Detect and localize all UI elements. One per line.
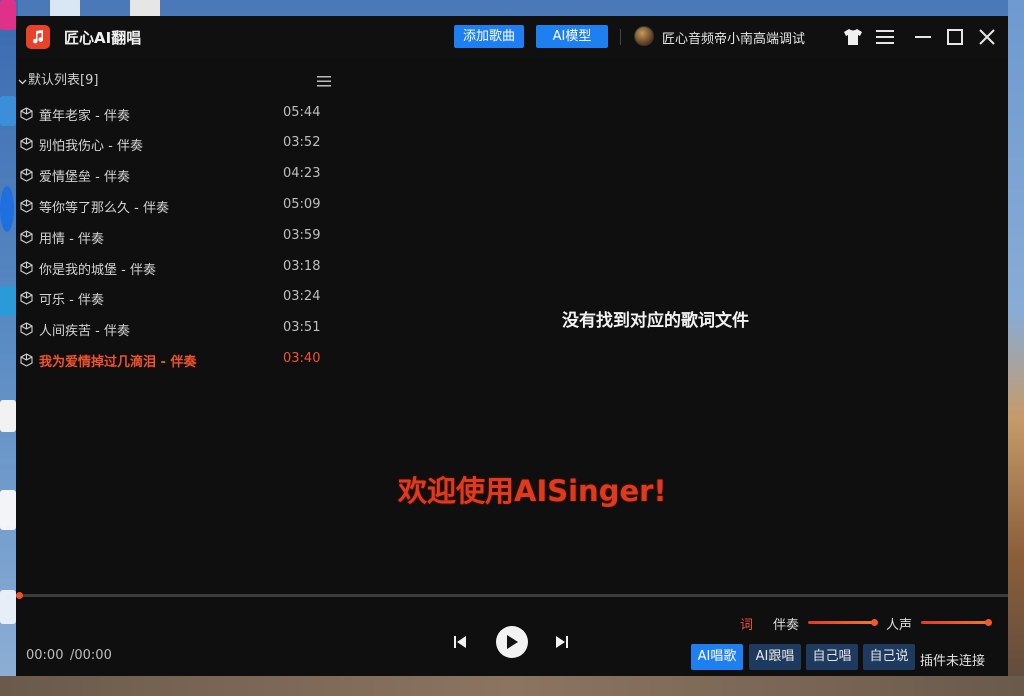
song-duration: 03:18 [283, 259, 321, 274]
vocal-label: 人声 [886, 618, 913, 633]
accompaniment-knob[interactable] [871, 619, 878, 626]
song-icon [20, 167, 33, 186]
welcome-text: 欢迎使用AISinger! [398, 474, 667, 508]
song-name: 可乐 - 伴奏 [39, 293, 104, 308]
song-item[interactable]: 人间疾苦 - 伴奏 03:51 [16, 313, 336, 343]
mode-ai-follow-button[interactable]: AI跟唱 [749, 644, 801, 670]
mode-ai-sing-button[interactable]: AI唱歌 [691, 644, 743, 670]
title-bar: 匠心AI翻唱 添加歌曲 AI模型 匠心音频帝小南高端调试 [16, 16, 1008, 58]
song-icon [20, 198, 33, 217]
song-item[interactable]: 可乐 - 伴奏 03:24 [16, 282, 336, 312]
song-name: 用情 - 伴奏 [39, 232, 104, 247]
desktop-icon[interactable] [0, 186, 14, 232]
song-item[interactable]: 爱情堡垒 - 伴奏 04:23 [16, 159, 336, 189]
song-icon [20, 321, 33, 340]
song-duration: 03:24 [283, 289, 321, 304]
ai-model-button[interactable]: AI模型 [536, 25, 608, 48]
plugin-status: 插件未连接 [920, 654, 986, 669]
app-window: 匠心AI翻唱 添加歌曲 AI模型 匠心音频帝小南高端调试 默认列表[9] 童年老… [16, 16, 1008, 676]
song-icon [20, 229, 33, 248]
song-name: 爱情堡垒 - 伴奏 [39, 170, 130, 185]
song-item[interactable]: 等你等了那么久 - 伴奏 05:09 [16, 190, 336, 220]
desktop-right-strip [1008, 0, 1024, 696]
desktop-icon[interactable] [130, 0, 160, 16]
song-name: 等你等了那么久 - 伴奏 [39, 201, 169, 216]
song-icon [20, 352, 33, 371]
progress-knob[interactable] [16, 592, 23, 599]
song-name: 别怕我伤心 - 伴奏 [39, 139, 143, 154]
desktop-icon[interactable] [0, 400, 16, 432]
user-name[interactable]: 匠心音频帝小南高端调试 [662, 28, 805, 47]
desktop-icon[interactable] [0, 590, 16, 624]
maximize-icon[interactable] [944, 26, 966, 48]
add-song-button[interactable]: 添加歌曲 [454, 25, 524, 48]
playlist-header[interactable]: 默认列表[9] [16, 66, 336, 88]
prev-icon[interactable] [452, 634, 468, 654]
accompaniment-slider[interactable] [808, 621, 876, 624]
desktop-bottom-strip [0, 676, 1024, 696]
song-name: 我为爱情掉过几滴泪 - 伴奏 [39, 355, 197, 370]
desktop-icon[interactable] [0, 286, 16, 316]
song-icon [20, 106, 33, 125]
song-item[interactable]: 别怕我伤心 - 伴奏 03:52 [16, 128, 336, 158]
song-duration: 05:09 [283, 197, 321, 212]
lyric-toggle[interactable]: 词 [740, 614, 753, 633]
app-logo-icon [26, 25, 50, 49]
accompaniment-label: 伴奏 [773, 618, 800, 633]
song-duration: 03:40 [283, 351, 321, 366]
vocal-knob[interactable] [985, 619, 992, 626]
song-duration: 04:23 [283, 166, 321, 181]
song-item-active[interactable]: 我为爱情掉过几滴泪 - 伴奏 03:40 [16, 344, 336, 374]
total-time: /00:00 [70, 648, 112, 663]
next-icon[interactable] [554, 634, 570, 654]
desktop-icon[interactable] [0, 490, 16, 530]
lyrics-message: 没有找到对应的歌词文件 [562, 311, 749, 331]
play-icon [507, 635, 518, 649]
divider [620, 29, 621, 45]
chevron-down-icon[interactable] [18, 71, 27, 90]
playlist-title: 默认列表[9] [28, 73, 99, 88]
song-icon [20, 136, 33, 155]
list-menu-icon[interactable] [317, 72, 331, 91]
menu-icon[interactable] [874, 26, 896, 48]
current-time: 00:00 [26, 648, 64, 663]
app-title: 匠心AI翻唱 [64, 29, 142, 47]
song-item[interactable]: 你是我的城堡 - 伴奏 03:18 [16, 252, 336, 282]
song-item[interactable]: 童年老家 - 伴奏 05:44 [16, 98, 336, 128]
song-duration: 05:44 [283, 105, 321, 120]
desktop-icon[interactable] [0, 0, 16, 30]
mode-self-talk-button[interactable]: 自己说 [863, 644, 915, 670]
song-icon [20, 260, 33, 279]
progress-bar[interactable] [16, 594, 1008, 597]
mode-self-sing-button[interactable]: 自己唱 [806, 644, 858, 670]
song-item[interactable]: 用情 - 伴奏 03:59 [16, 221, 336, 251]
song-duration: 03:52 [283, 135, 321, 150]
song-name: 童年老家 - 伴奏 [39, 109, 130, 124]
minimize-icon[interactable] [912, 26, 934, 48]
play-button[interactable] [496, 626, 528, 658]
desktop-icon[interactable] [50, 0, 80, 16]
song-icon [20, 290, 33, 309]
song-duration: 03:51 [283, 320, 321, 335]
song-duration: 03:59 [283, 228, 321, 243]
shirt-icon[interactable] [842, 26, 864, 48]
song-name: 你是我的城堡 - 伴奏 [39, 263, 156, 278]
vocal-slider[interactable] [921, 621, 991, 624]
close-icon[interactable] [976, 26, 998, 48]
avatar[interactable] [634, 26, 654, 46]
song-name: 人间疾苦 - 伴奏 [39, 324, 130, 339]
desktop-icon[interactable] [0, 96, 16, 126]
